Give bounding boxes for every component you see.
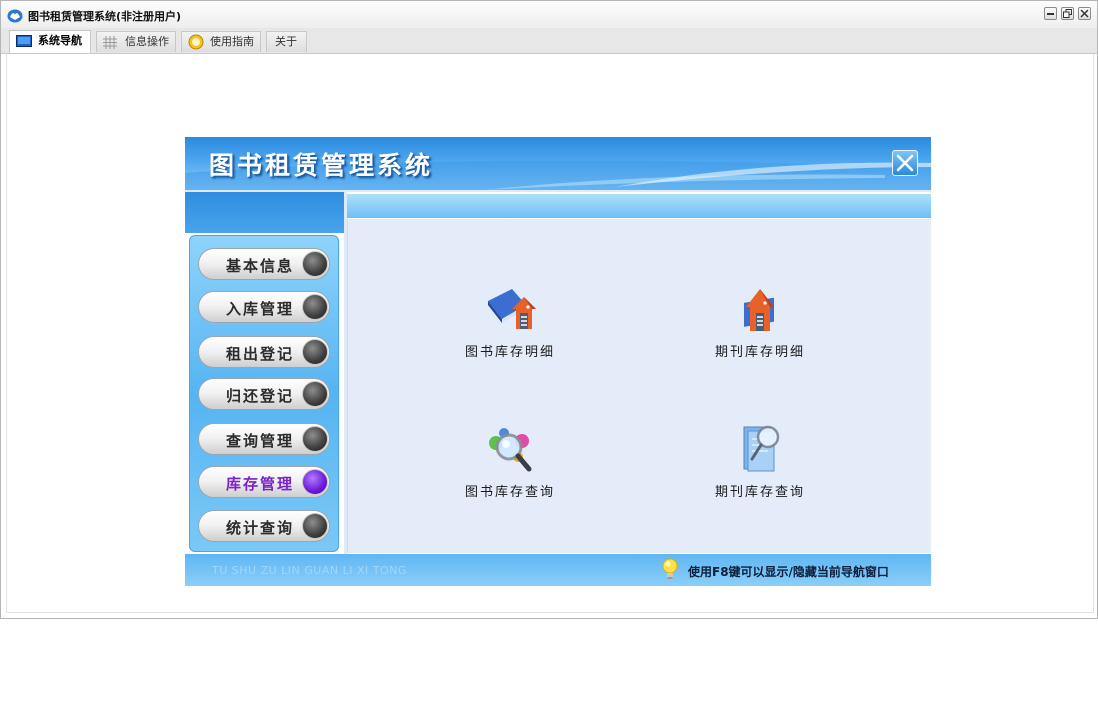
menu-item-return[interactable]: 归还登记 xyxy=(198,378,330,410)
tab-user-guide[interactable]: 使用指南 xyxy=(181,31,261,52)
main-header-strip xyxy=(347,193,931,218)
book-house-icon xyxy=(482,279,538,341)
side-column: 基本信息 入库管理 租出登记 归还登记 查询管理 库存管理 统计查询 xyxy=(185,192,344,554)
side-menu: 基本信息 入库管理 租出登记 归还登记 查询管理 库存管理 统计查询 xyxy=(189,235,339,552)
magnifier-people-icon xyxy=(482,419,538,481)
menu-item-query[interactable]: 查询管理 xyxy=(198,423,330,455)
app-logo-icon xyxy=(7,8,23,23)
function-label: 期刊库存明细 xyxy=(714,345,805,360)
func-journal-stock-detail[interactable]: 期刊库存明细 xyxy=(690,279,830,369)
menu-item-inventory[interactable]: 库存管理 xyxy=(198,466,330,498)
grid-icon xyxy=(103,36,117,56)
close-window-button[interactable] xyxy=(1078,7,1091,20)
function-label: 期刊库存查询 xyxy=(714,485,805,500)
restore-button[interactable] xyxy=(1061,7,1074,20)
panel-title: 图书租赁管理系统 xyxy=(209,151,434,180)
menu-item-basic-info[interactable]: 基本信息 xyxy=(198,248,330,280)
navigation-panel: 图书租赁管理系统 基本信息 入库管理 租出登记 归还登记 查询管理 库存管理 统… xyxy=(185,137,931,586)
menu-item-label: 库存管理 xyxy=(226,475,295,493)
document-magnifier-icon xyxy=(732,419,788,481)
status-knob-icon xyxy=(302,294,328,320)
tab-label: 系统导航 xyxy=(38,34,82,47)
tab-info-ops[interactable]: 信息操作 xyxy=(96,31,176,52)
func-book-stock-detail[interactable]: 图书库存明细 xyxy=(440,279,580,369)
side-column-header xyxy=(185,192,344,233)
tab-label: 信息操作 xyxy=(125,35,169,48)
menu-item-label: 查询管理 xyxy=(226,432,295,450)
status-knob-icon xyxy=(302,251,328,277)
footer-watermark: TU SHU ZU LIN GUAN LI XI TONG xyxy=(212,564,407,577)
menu-item-label: 租出登记 xyxy=(226,345,295,363)
function-label: 图书库存查询 xyxy=(464,485,555,500)
function-area: 图书库存明细 期刊库存明细 图书库存查询 期刊库存查询 xyxy=(347,219,931,553)
menu-item-rent-out[interactable]: 租出登记 xyxy=(198,336,330,368)
tab-about[interactable]: 关于 xyxy=(266,31,307,52)
status-knob-icon xyxy=(302,426,328,452)
lightbulb-icon xyxy=(661,558,679,586)
func-journal-stock-query[interactable]: 期刊库存查询 xyxy=(690,419,830,509)
minimize-button[interactable] xyxy=(1044,7,1057,20)
tab-label: 使用指南 xyxy=(210,35,254,48)
tab-strip: 系统导航 信息操作 使用指南 关于 xyxy=(1,28,1097,54)
footer-tip: 使用F8键可以显示/隐藏当前导航窗口 xyxy=(688,565,889,579)
tab-system-nav[interactable]: 系统导航 xyxy=(9,30,91,53)
menu-item-label: 基本信息 xyxy=(226,257,295,275)
status-knob-icon xyxy=(302,381,328,407)
func-book-stock-query[interactable]: 图书库存查询 xyxy=(440,419,580,509)
status-knob-icon xyxy=(302,469,328,495)
journal-house-icon xyxy=(732,279,788,341)
tab-label: 关于 xyxy=(275,35,297,48)
menu-item-stock-in[interactable]: 入库管理 xyxy=(198,291,330,323)
panel-footer: TU SHU ZU LIN GUAN LI XI TONG 使用F8键可以显示/… xyxy=(185,554,931,586)
menu-item-label: 归还登记 xyxy=(226,387,295,405)
title-bar: 图书租赁管理系统(非注册用户) xyxy=(1,1,1097,28)
menu-item-statistics[interactable]: 统计查询 xyxy=(198,510,330,542)
menu-item-label: 入库管理 xyxy=(226,300,295,318)
monitor-icon xyxy=(16,35,32,55)
function-label: 图书库存明细 xyxy=(464,345,555,360)
status-knob-icon xyxy=(302,513,328,539)
main-column: 图书库存明细 期刊库存明细 图书库存查询 期刊库存查询 xyxy=(347,192,931,554)
menu-item-label: 统计查询 xyxy=(226,519,295,537)
status-knob-icon xyxy=(302,339,328,365)
window-title: 图书租赁管理系统(非注册用户) xyxy=(28,10,182,23)
panel-close-button[interactable] xyxy=(892,150,918,176)
close-icon xyxy=(896,154,914,172)
panel-header: 图书租赁管理系统 xyxy=(185,137,931,190)
